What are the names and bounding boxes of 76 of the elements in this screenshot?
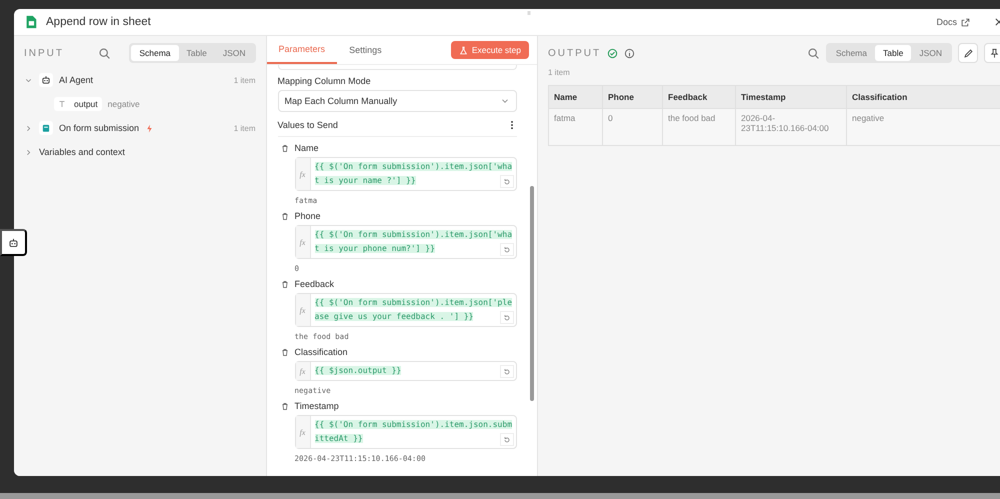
assistant-button[interactable] [0, 229, 27, 256]
robot-icon [8, 236, 19, 248]
expression-field[interactable]: fx {{ $('On form submission').item.json.submittedAt }} [294, 415, 517, 449]
trash-icon[interactable] [280, 144, 289, 152]
trash-icon[interactable] [280, 348, 289, 356]
section-heading: Values to Send [278, 120, 339, 130]
trash-icon[interactable] [280, 280, 289, 288]
reset-icon[interactable] [503, 368, 511, 376]
form-icon [41, 123, 51, 133]
panel-heading: INPUT [24, 48, 64, 58]
field-label: Feedback [294, 279, 334, 289]
field-label: Phone [294, 211, 321, 221]
search-icon[interactable] [806, 46, 820, 60]
tree-item-label[interactable]: On form submission [59, 123, 140, 133]
expression-mode-label: fx [296, 362, 311, 380]
table-cell: fatma [548, 108, 602, 146]
expression-mode-label: fx [296, 294, 311, 326]
horizontal-scrollbar[interactable] [0, 493, 1000, 499]
column-header: Name [548, 86, 602, 108]
edit-button[interactable] [958, 43, 978, 63]
table-cell: 0 [602, 108, 662, 146]
view-tab[interactable]: Schema [131, 45, 179, 61]
panel-tab[interactable]: Parameters [266, 36, 338, 64]
flask-icon [458, 46, 468, 54]
view-tab[interactable]: Schema [828, 45, 875, 61]
panel-tab[interactable]: Settings [337, 36, 394, 64]
info-icon[interactable] [624, 48, 636, 58]
view-tab[interactable]: Table [178, 45, 215, 61]
view-tab[interactable]: JSON [214, 45, 254, 61]
execute-step-button[interactable]: Execute step [450, 41, 529, 59]
expression-field[interactable]: fx {{ $('On form submission').item.json['what is your phone num?'] }} [294, 225, 517, 259]
expression-field[interactable]: fx {{ $json.output }} [294, 361, 517, 381]
reset-icon[interactable] [503, 246, 511, 254]
tree-item-label[interactable]: AI Agent [59, 75, 94, 85]
field-chip[interactable]: output [54, 97, 102, 111]
expression-mode-label: fx [296, 158, 311, 190]
window-title: Append row in sheet [46, 16, 152, 28]
trash-icon[interactable] [280, 212, 289, 220]
column-header: Feedback [662, 86, 736, 108]
item-count: 1 item [548, 68, 571, 77]
item-count: 1 item [234, 124, 256, 132]
field-label: Name [294, 143, 319, 153]
view-tab[interactable]: JSON [911, 45, 950, 61]
pin-button[interactable] [984, 43, 1000, 63]
external-link-icon [961, 18, 970, 26]
docs-link[interactable]: Docs [936, 17, 970, 27]
expression-mode-label: fx [296, 416, 311, 448]
table-cell: the food bad [662, 108, 736, 146]
expression-field[interactable]: fx {{ $('On form submission').item.json['please give us your feedback . '] }} [294, 293, 517, 327]
pin-icon [988, 48, 1000, 58]
view-tab[interactable]: Table [875, 45, 912, 61]
table-cell: negative [846, 108, 1000, 146]
column-header: Phone [602, 86, 662, 108]
column-header: Classification [846, 86, 1000, 108]
reset-icon[interactable] [503, 178, 511, 186]
tree-item-label[interactable]: Variables and context [39, 147, 125, 157]
field-label: Timestamp [294, 401, 339, 411]
trash-icon[interactable] [280, 402, 289, 410]
text-type-icon [58, 100, 66, 108]
item-count: 1 item [234, 76, 256, 84]
field-label: Mapping Column Mode [278, 76, 372, 86]
table-cell: 2026-04-23T11:15:10.166-04:00 [736, 108, 846, 146]
mapping-dropdown[interactable]: Map Each Column Manually [278, 90, 517, 112]
spreadsheet-icon [24, 14, 38, 30]
column-header: Timestamp [736, 86, 846, 108]
field-value: negative [108, 99, 140, 109]
pencil-icon [962, 48, 974, 58]
scrollbar[interactable] [530, 186, 534, 401]
field-label: Classification [294, 347, 348, 357]
search-icon[interactable] [98, 46, 112, 60]
reset-icon[interactable] [503, 314, 511, 322]
expression-mode-label: fx [296, 226, 311, 258]
expression-field[interactable]: fx {{ $('On form submission').item.json['what is your name ?'] }} [294, 157, 517, 191]
reset-icon[interactable] [503, 436, 511, 444]
robot-icon [41, 75, 51, 85]
panel-heading: OUTPUT [548, 48, 602, 58]
